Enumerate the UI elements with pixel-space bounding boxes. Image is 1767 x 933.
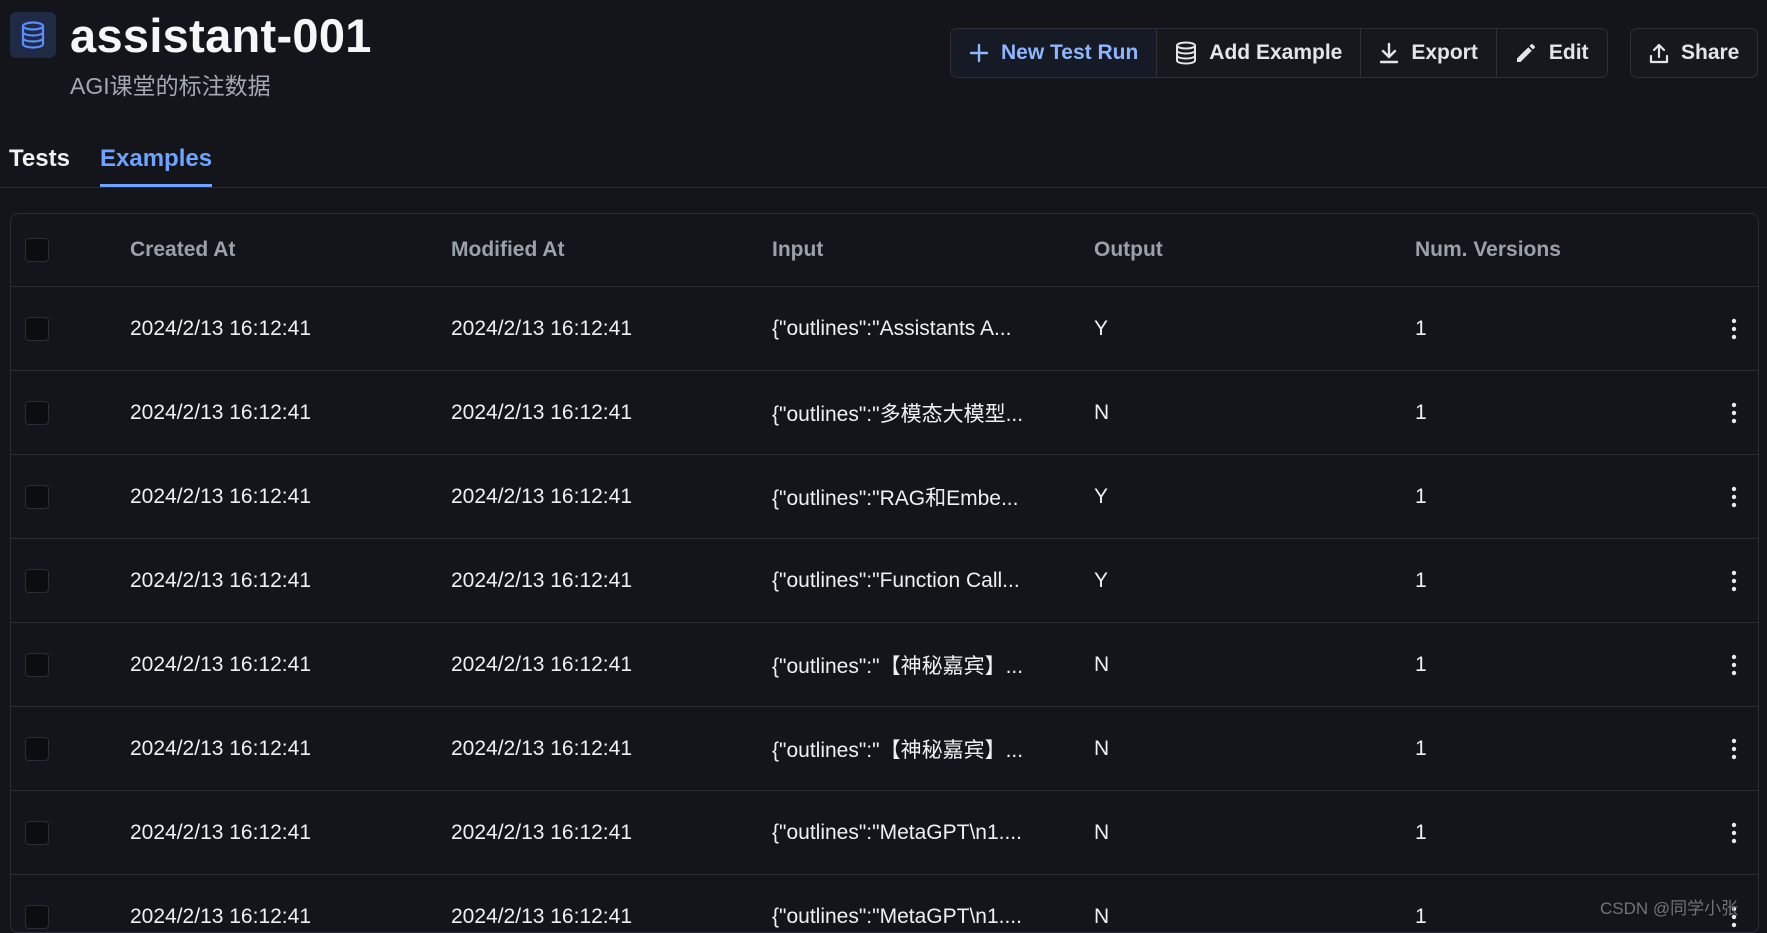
input-cell: {"outlines":"MetaGPT\n1.... — [772, 820, 1022, 844]
output-cell: N — [1094, 400, 1110, 424]
page-header: assistant-001 AGI课堂的标注数据 New Test Run Ad… — [0, 0, 1767, 140]
database-icon — [1176, 41, 1197, 65]
plus-icon — [969, 43, 989, 63]
tab-bar: Tests Examples — [0, 140, 1767, 188]
export-button[interactable]: Export — [1361, 29, 1497, 77]
input-cell: {"outlines":"【神秘嘉宾】... — [772, 654, 1024, 678]
row-checkbox[interactable] — [25, 652, 49, 677]
column-header-input[interactable]: Input — [772, 214, 823, 286]
output-cell: N — [1094, 904, 1110, 928]
num-versions-cell: 1 — [1415, 484, 1427, 508]
more-options-icon[interactable] — [1724, 401, 1744, 425]
add-example-button[interactable]: Add Example — [1157, 29, 1362, 77]
num-versions-cell: 1 — [1415, 820, 1427, 844]
modified-at-cell: 2024/2/13 16:12:41 — [451, 904, 633, 928]
tab-examples[interactable]: Examples — [100, 145, 213, 187]
column-header-num-versions[interactable]: Num. Versions — [1415, 214, 1561, 286]
input-cell: {"outlines":"多模态大模型... — [772, 402, 1024, 426]
table-row[interactable]: 2024/2/13 16:12:41 2024/2/13 16:12:41 {"… — [11, 371, 1758, 455]
output-cell: Y — [1094, 568, 1109, 592]
column-header-output[interactable]: Output — [1094, 214, 1163, 286]
pencil-icon — [1516, 44, 1535, 62]
row-checkbox[interactable] — [25, 736, 49, 761]
created-at-cell: 2024/2/13 16:12:41 — [130, 736, 312, 760]
select-all-checkbox[interactable] — [25, 238, 49, 262]
page-subtitle: AGI课堂的标注数据 — [70, 73, 271, 99]
modified-at-cell: 2024/2/13 16:12:41 — [451, 484, 633, 508]
table-row[interactable]: 2024/2/13 16:12:41 2024/2/13 16:12:41 {"… — [11, 623, 1758, 707]
output-cell: Y — [1094, 316, 1109, 340]
row-checkbox[interactable] — [25, 484, 49, 509]
created-at-cell: 2024/2/13 16:12:41 — [130, 568, 312, 592]
table-body: 2024/2/13 16:12:41 2024/2/13 16:12:41 {"… — [11, 287, 1758, 932]
table-row[interactable]: 2024/2/13 16:12:41 2024/2/13 16:12:41 {"… — [11, 707, 1758, 791]
tab-tests[interactable]: Tests — [9, 145, 70, 184]
input-cell: {"outlines":"MetaGPT\n1.... — [772, 904, 1022, 928]
table-header: Created At Modified At Input Output Num.… — [11, 214, 1758, 287]
output-cell: N — [1094, 652, 1110, 676]
download-icon — [1380, 42, 1399, 64]
more-options-icon[interactable] — [1724, 485, 1744, 509]
more-options-icon[interactable] — [1724, 653, 1744, 677]
output-cell: N — [1094, 736, 1110, 760]
created-at-cell: 2024/2/13 16:12:41 — [130, 820, 312, 844]
more-options-icon[interactable] — [1724, 821, 1744, 845]
modified-at-cell: 2024/2/13 16:12:41 — [451, 652, 633, 676]
modified-at-cell: 2024/2/13 16:12:41 — [451, 400, 633, 424]
modified-at-cell: 2024/2/13 16:12:41 — [451, 736, 633, 760]
share-button[interactable]: Share — [1630, 28, 1759, 78]
row-checkbox[interactable] — [25, 568, 49, 593]
export-label: Export — [1411, 41, 1478, 64]
input-cell: {"outlines":"Function Call... — [772, 568, 1020, 592]
num-versions-cell: 1 — [1415, 316, 1427, 340]
modified-at-cell: 2024/2/13 16:12:41 — [451, 568, 633, 592]
input-cell: {"outlines":"RAG和Embe... — [772, 486, 1019, 510]
created-at-cell: 2024/2/13 16:12:41 — [130, 484, 312, 508]
table-row[interactable]: 2024/2/13 16:12:41 2024/2/13 16:12:41 {"… — [11, 791, 1758, 875]
add-example-label: Add Example — [1209, 41, 1343, 64]
created-at-cell: 2024/2/13 16:12:41 — [130, 652, 312, 676]
modified-at-cell: 2024/2/13 16:12:41 — [451, 820, 633, 844]
more-options-icon[interactable] — [1724, 317, 1744, 341]
created-at-cell: 2024/2/13 16:12:41 — [130, 400, 312, 424]
created-at-cell: 2024/2/13 16:12:41 — [130, 904, 312, 928]
page-title: assistant-001 — [70, 9, 372, 62]
num-versions-cell: 1 — [1415, 904, 1427, 928]
more-options-icon[interactable] — [1724, 569, 1744, 593]
output-cell: Y — [1094, 484, 1109, 508]
column-header-created-at[interactable]: Created At — [130, 214, 235, 286]
num-versions-cell: 1 — [1415, 652, 1427, 676]
edit-label: Edit — [1548, 41, 1589, 64]
output-cell: N — [1094, 820, 1110, 844]
toolbar: New Test Run Add Example Export Edit — [950, 28, 1608, 78]
table-row[interactable]: 2024/2/13 16:12:41 2024/2/13 16:12:41 {"… — [11, 539, 1758, 623]
watermark: CSDN @同学小张 — [1600, 899, 1739, 918]
num-versions-cell: 1 — [1415, 568, 1427, 592]
num-versions-cell: 1 — [1415, 736, 1427, 760]
table-row[interactable]: 2024/2/13 16:12:41 2024/2/13 16:12:41 {"… — [11, 875, 1758, 932]
row-checkbox[interactable] — [25, 316, 49, 341]
new-test-run-label: New Test Run — [1001, 41, 1139, 64]
share-label: Share — [1681, 41, 1740, 64]
database-icon — [10, 12, 56, 58]
edit-button[interactable]: Edit — [1496, 29, 1607, 77]
modified-at-cell: 2024/2/13 16:12:41 — [451, 316, 633, 340]
created-at-cell: 2024/2/13 16:12:41 — [130, 316, 312, 340]
row-checkbox[interactable] — [25, 820, 49, 845]
more-options-icon[interactable] — [1724, 737, 1744, 761]
new-test-run-button[interactable]: New Test Run — [951, 29, 1158, 77]
upload-share-icon — [1649, 43, 1669, 64]
input-cell: {"outlines":"Assistants A... — [772, 316, 1012, 340]
table-row[interactable]: 2024/2/13 16:12:41 2024/2/13 16:12:41 {"… — [11, 455, 1758, 539]
row-checkbox[interactable] — [25, 400, 49, 425]
column-header-modified-at[interactable]: Modified At — [451, 214, 565, 286]
examples-table: Created At Modified At Input Output Num.… — [10, 213, 1759, 933]
input-cell: {"outlines":"【神秘嘉宾】... — [772, 738, 1024, 762]
num-versions-cell: 1 — [1415, 400, 1427, 424]
table-row[interactable]: 2024/2/13 16:12:41 2024/2/13 16:12:41 {"… — [11, 287, 1758, 371]
